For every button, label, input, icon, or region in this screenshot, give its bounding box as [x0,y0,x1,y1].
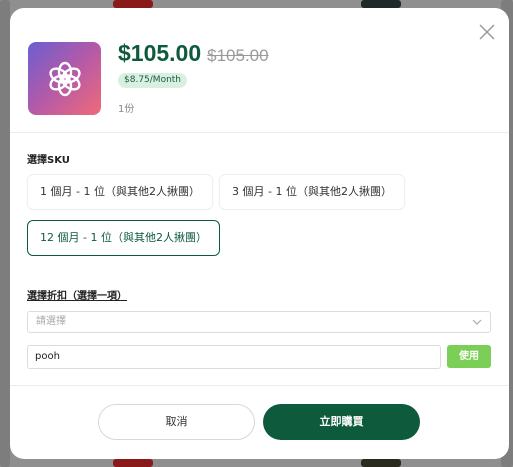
price-row: $105.00 $105.00 [118,40,269,67]
apply-coupon-button[interactable]: 使用 [447,345,491,368]
price-original: $105.00 [207,46,269,65]
cancel-button[interactable]: 取消 [98,404,255,440]
sku-option-1-month[interactable]: 1 個月 - 1 位（與其他2人揪團） [27,174,213,210]
sku-option-3-months[interactable]: 3 個月 - 1 位（與其他2人揪團） [219,174,405,210]
sku-section-label: 選擇SKU [27,155,70,166]
sku-option-12-months[interactable]: 12 個月 - 1 位（與其他2人揪團） [27,220,220,256]
purchase-modal: $105.00 $105.00 $8.75/Month 1份 選擇SKU 1 個… [10,8,509,459]
footer-divider [10,385,509,386]
divider [10,132,509,133]
backdrop-card-bottom-left [113,459,153,467]
backdrop-card-bottom-right [361,459,401,467]
chevron-down-icon [472,319,482,325]
coupon-input[interactable]: pooh [27,345,441,369]
quantity-text: 1份 [118,104,135,115]
price-current: $105.00 [118,40,202,66]
backdrop-card-top-right [361,0,401,8]
close-icon[interactable] [477,22,497,42]
buy-now-button[interactable]: 立即購買 [263,404,420,440]
discount-section-label: 選擇折扣（選擇一項） [27,291,127,302]
backdrop-left [0,0,10,467]
discount-select-placeholder: 請選擇 [36,316,66,327]
openai-logo-icon [48,61,81,96]
product-image [28,42,101,115]
monthly-price-badge: $8.75/Month [118,73,188,88]
backdrop-card-top-left [113,0,153,8]
discount-select[interactable]: 請選擇 [27,311,491,333]
